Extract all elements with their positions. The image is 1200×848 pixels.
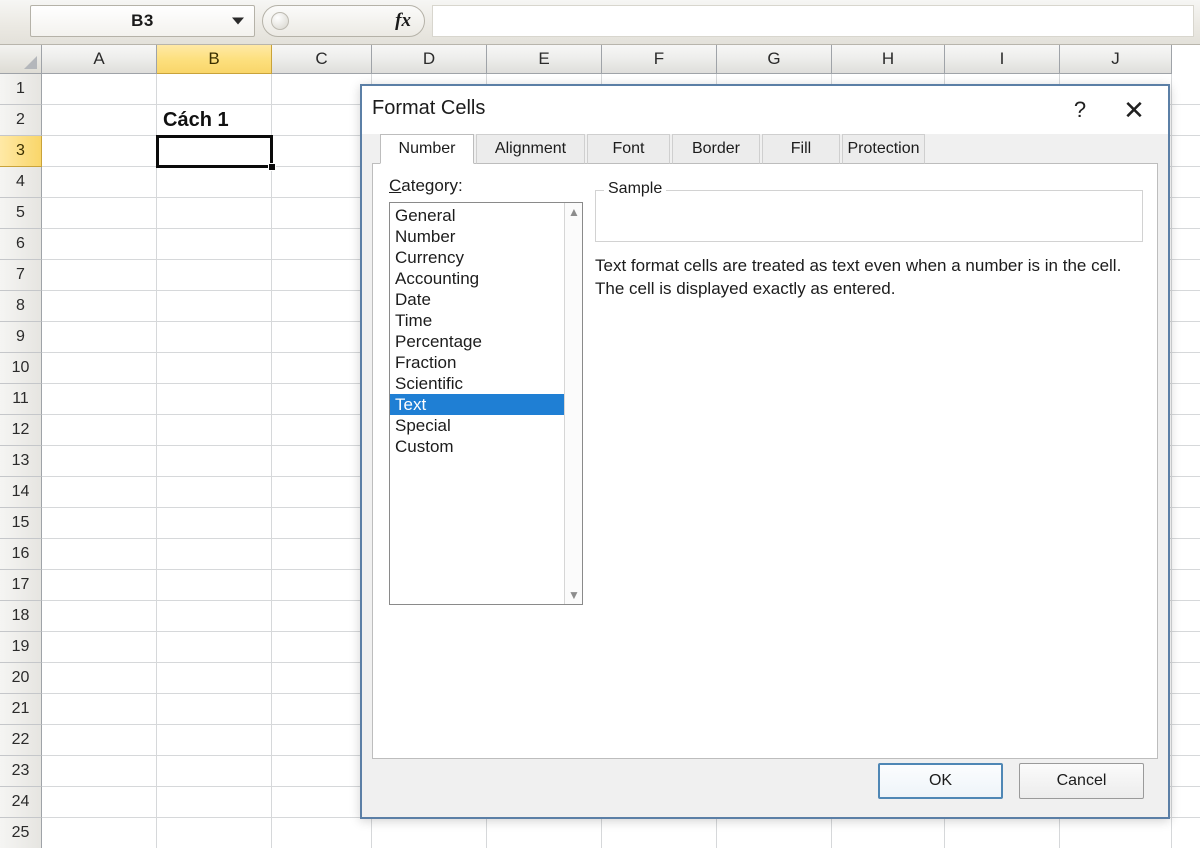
row-header-8[interactable]: 8 (0, 291, 42, 322)
column-header-b[interactable]: B (157, 45, 272, 74)
tab-font[interactable]: Font (587, 134, 670, 164)
row-header-17[interactable]: 17 (0, 570, 42, 601)
close-icon[interactable]: ✕ (1114, 92, 1154, 128)
tab-border[interactable]: Border (672, 134, 760, 164)
excel-window: B3 fx ABCDEFGHIJ 12345678910111213141516… (0, 0, 1200, 848)
row-header-12[interactable]: 12 (0, 415, 42, 446)
category-item-currency[interactable]: Currency (390, 247, 564, 268)
category-item-date[interactable]: Date (390, 289, 564, 310)
select-all-corner[interactable] (0, 45, 42, 74)
row-header-6[interactable]: 6 (0, 229, 42, 260)
cancel-enter-circle-icon (271, 12, 289, 30)
column-header-e[interactable]: E (487, 45, 602, 74)
tab-alignment[interactable]: Alignment (476, 134, 585, 164)
category-scrollbar[interactable]: ▲ ▼ (564, 203, 582, 604)
description-line-1: Text format cells are treated as text ev… (595, 254, 1143, 277)
dialog-titlebar[interactable]: Format Cells ? ✕ (362, 86, 1168, 134)
row-header-13[interactable]: 13 (0, 446, 42, 477)
row-header-11[interactable]: 11 (0, 384, 42, 415)
gridline-vertical (156, 74, 157, 848)
cell-b2[interactable]: Cách 1 (163, 109, 229, 132)
category-listbox[interactable]: GeneralNumberCurrencyAccountingDateTimeP… (389, 202, 583, 605)
row-header-22[interactable]: 22 (0, 725, 42, 756)
column-header-j[interactable]: J (1060, 45, 1172, 74)
row-header-14[interactable]: 14 (0, 477, 42, 508)
formula-input[interactable] (432, 5, 1194, 37)
row-header-21[interactable]: 21 (0, 694, 42, 725)
column-header-f[interactable]: F (602, 45, 717, 74)
category-label-mnemonic: C (389, 176, 401, 195)
cancel-button[interactable]: Cancel (1019, 763, 1144, 799)
category-item-fraction[interactable]: Fraction (390, 352, 564, 373)
sample-group: Sample (595, 190, 1143, 242)
row-header-23[interactable]: 23 (0, 756, 42, 787)
category-item-scientific[interactable]: Scientific (390, 373, 564, 394)
row-header-10[interactable]: 10 (0, 353, 42, 384)
dialog-buttons: OK Cancel (372, 759, 1158, 803)
dialog-tabstrip: NumberAlignmentFontBorderFillProtection (372, 134, 1158, 164)
row-header-19[interactable]: 19 (0, 632, 42, 663)
category-label: Category: (389, 176, 463, 196)
column-header-h[interactable]: H (832, 45, 945, 74)
gridline-vertical (1171, 74, 1172, 848)
column-header-c[interactable]: C (272, 45, 372, 74)
sample-legend: Sample (604, 180, 666, 198)
row-header-2[interactable]: 2 (0, 105, 42, 136)
question-mark-icon[interactable]: ? (1060, 92, 1100, 128)
chevron-down-icon[interactable]: ▼ (565, 586, 583, 604)
column-header-d[interactable]: D (372, 45, 487, 74)
ok-button[interactable]: OK (878, 763, 1003, 799)
category-description: Text format cells are treated as text ev… (595, 254, 1143, 301)
category-item-general[interactable]: General (390, 205, 564, 226)
row-header-4[interactable]: 4 (0, 167, 42, 198)
row-header-1[interactable]: 1 (0, 74, 42, 105)
chevron-down-icon[interactable] (232, 18, 244, 25)
dialog-body: NumberAlignmentFontBorderFillProtection … (372, 134, 1158, 807)
column-header-i[interactable]: I (945, 45, 1060, 74)
insert-function-button[interactable]: fx (262, 5, 425, 37)
format-cells-dialog: Format Cells ? ✕ NumberAlignmentFontBord… (360, 84, 1170, 819)
row-header-20[interactable]: 20 (0, 663, 42, 694)
column-header-g[interactable]: G (717, 45, 832, 74)
fx-icon: fx (395, 10, 411, 32)
tab-number[interactable]: Number (380, 134, 474, 164)
category-item-number[interactable]: Number (390, 226, 564, 247)
category-item-percentage[interactable]: Percentage (390, 331, 564, 352)
row-header-18[interactable]: 18 (0, 601, 42, 632)
description-line-2: The cell is displayed exactly as entered… (595, 277, 1143, 300)
category-item-accounting[interactable]: Accounting (390, 268, 564, 289)
active-cell-selection[interactable] (156, 135, 273, 168)
column-header-a[interactable]: A (42, 45, 157, 74)
dialog-title: Format Cells (372, 97, 485, 120)
triangle-icon (24, 56, 37, 69)
row-header-5[interactable]: 5 (0, 198, 42, 229)
category-item-special[interactable]: Special (390, 415, 564, 436)
row-header-24[interactable]: 24 (0, 787, 42, 818)
category-item-custom[interactable]: Custom (390, 436, 564, 457)
row-header-15[interactable]: 15 (0, 508, 42, 539)
gridline-vertical (271, 74, 272, 848)
row-header-9[interactable]: 9 (0, 322, 42, 353)
number-tab-panel: Category: GeneralNumberCurrencyAccountin… (372, 164, 1158, 759)
tab-fill[interactable]: Fill (762, 134, 840, 164)
row-header-7[interactable]: 7 (0, 260, 42, 291)
name-box-value: B3 (131, 11, 154, 31)
row-header-3[interactable]: 3 (0, 136, 42, 167)
row-header-25[interactable]: 25 (0, 818, 42, 848)
name-box[interactable]: B3 (30, 5, 255, 37)
tab-protection[interactable]: Protection (842, 134, 925, 164)
formula-bar: B3 fx (0, 0, 1200, 45)
category-label-rest: ategory: (401, 176, 462, 195)
category-item-text[interactable]: Text (390, 394, 564, 415)
chevron-up-icon[interactable]: ▲ (565, 203, 583, 221)
row-header-16[interactable]: 16 (0, 539, 42, 570)
category-item-time[interactable]: Time (390, 310, 564, 331)
fill-handle[interactable] (268, 163, 276, 171)
